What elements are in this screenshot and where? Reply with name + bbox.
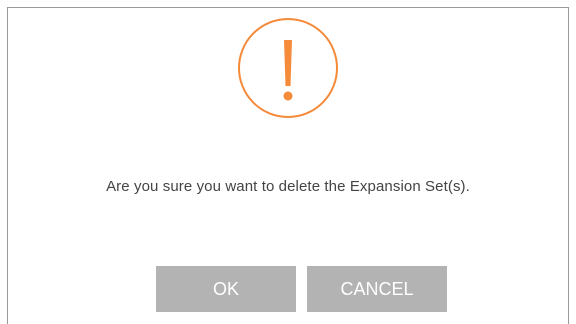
confirm-delete-dialog: Are you sure you want to delete the Expa… bbox=[7, 7, 569, 324]
ok-button[interactable]: OK bbox=[156, 266, 296, 312]
warning-icon bbox=[238, 18, 338, 118]
exclamation-mark-icon bbox=[283, 40, 293, 101]
cancel-button[interactable]: CANCEL bbox=[307, 266, 447, 312]
confirmation-message: Are you sure you want to delete the Expa… bbox=[106, 178, 470, 195]
